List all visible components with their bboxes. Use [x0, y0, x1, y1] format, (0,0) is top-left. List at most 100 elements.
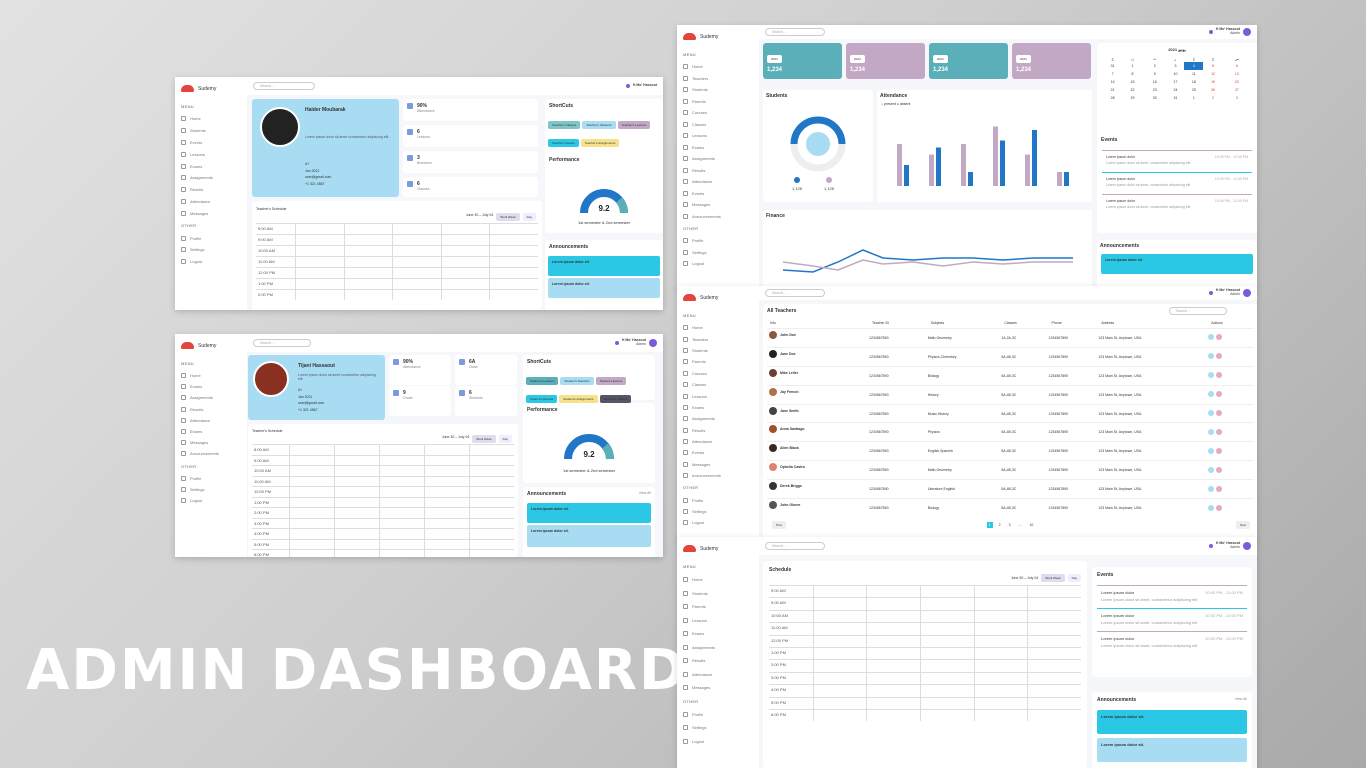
- schedule-cell[interactable]: [920, 598, 974, 610]
- page-button[interactable]: 2: [997, 522, 1003, 528]
- schedule-cell[interactable]: [333, 518, 379, 528]
- nav-item[interactable]: Announcements: [175, 448, 247, 459]
- calendar-day[interactable]: 2: [1143, 62, 1167, 70]
- calendar-day[interactable]: 17: [1167, 78, 1185, 86]
- calendar-day[interactable]: 1: [1122, 62, 1143, 70]
- delete-icon[interactable]: [1216, 485, 1223, 492]
- announcement-item[interactable]: Lorem ipsum dolor sit.: [548, 256, 660, 276]
- nav-item[interactable]: Profile: [677, 708, 759, 722]
- view-icon[interactable]: [1208, 391, 1215, 398]
- schedule-cell[interactable]: [440, 290, 490, 300]
- schedule-cell[interactable]: [468, 487, 514, 497]
- nav-item[interactable]: Assignments: [677, 153, 759, 165]
- shortcut-chip[interactable]: Student's Assignments: [559, 395, 598, 403]
- schedule-cell[interactable]: [973, 623, 1028, 635]
- calendar-day[interactable]: 20: [1223, 78, 1251, 86]
- nav-item[interactable]: Results: [175, 184, 247, 196]
- nav-item[interactable]: Events: [677, 447, 759, 458]
- nav-item[interactable]: Parents: [677, 600, 759, 614]
- shortcut-chip[interactable]: Teacher's Classes: [548, 121, 581, 129]
- nav-item[interactable]: Results: [677, 165, 759, 177]
- nav-item[interactable]: Lessons: [677, 614, 759, 628]
- schedule-cell[interactable]: [973, 660, 1028, 672]
- nav-item[interactable]: Profile: [175, 473, 247, 484]
- schedule-cell[interactable]: [295, 257, 344, 267]
- nav-item[interactable]: Profile: [677, 494, 759, 505]
- schedule-cell[interactable]: [333, 455, 379, 465]
- schedule-cell[interactable]: [343, 224, 393, 234]
- page-button[interactable]: ...: [1017, 522, 1024, 528]
- schedule-cell[interactable]: [343, 279, 393, 289]
- calendar-day[interactable]: 24: [1167, 86, 1185, 94]
- schedule-cell[interactable]: [489, 257, 538, 267]
- table-row[interactable]: Jay French 1234567890 History 5A,4B,3C 12345…: [767, 385, 1253, 404]
- nav-item[interactable]: Settings: [677, 721, 759, 735]
- schedule-cell[interactable]: [378, 455, 424, 465]
- view-icon[interactable]: [1208, 447, 1215, 454]
- schedule-cell[interactable]: [812, 697, 867, 709]
- calendar-day[interactable]: 25: [1184, 86, 1203, 94]
- schedule-cell[interactable]: [489, 268, 538, 278]
- next-button[interactable]: Next: [1235, 521, 1250, 529]
- nav-item[interactable]: Home: [175, 370, 247, 381]
- shortcut-chip[interactable]: Teacher's Students: [582, 121, 616, 129]
- calendar-day[interactable]: 6: [1223, 62, 1251, 70]
- nav-item[interactable]: Announcements: [677, 470, 759, 481]
- user-menu[interactable]: H Mo' Hassout Admin: [1208, 288, 1251, 297]
- shortcut-chip[interactable]: Student's Exams: [595, 377, 627, 385]
- view-icon[interactable]: [1208, 372, 1215, 379]
- calendar-day[interactable]: 4: [1184, 62, 1204, 70]
- schedule-cell[interactable]: [288, 497, 334, 507]
- view-all-link[interactable]: View All: [1235, 697, 1247, 703]
- schedule-cell[interactable]: [288, 455, 334, 465]
- event-item[interactable]: Lorem ipsum dolor 10:00 PM - 12:00 PM Lore…: [1097, 631, 1247, 652]
- schedule-cell[interactable]: [973, 672, 1028, 685]
- nav-item[interactable]: Messages: [677, 199, 759, 211]
- schedule-cell[interactable]: [1027, 598, 1081, 610]
- table-search[interactable]: Search...: [1169, 307, 1227, 315]
- schedule-cell[interactable]: [343, 268, 393, 278]
- calendar-day[interactable]: 5: [1203, 62, 1222, 70]
- nav-item[interactable]: Logout: [175, 256, 247, 268]
- schedule-cell[interactable]: [333, 497, 379, 507]
- view-icon[interactable]: [1208, 334, 1215, 341]
- schedule-cell[interactable]: [866, 610, 920, 623]
- schedule-cell[interactable]: [423, 487, 469, 497]
- schedule-cell[interactable]: [392, 257, 441, 267]
- nav-item[interactable]: Results: [677, 425, 759, 436]
- schedule-cell[interactable]: [392, 268, 441, 278]
- nav-item[interactable]: Courses: [677, 368, 759, 379]
- schedule-cell[interactable]: [812, 598, 867, 610]
- schedule-cell[interactable]: [392, 279, 441, 289]
- calendar-day[interactable]: 21: [1103, 86, 1122, 94]
- nav-item[interactable]: Events: [677, 188, 759, 200]
- nav-item[interactable]: Announcements: [677, 211, 759, 223]
- delete-icon[interactable]: [1216, 466, 1223, 473]
- schedule-cell[interactable]: [423, 508, 469, 518]
- nav-item[interactable]: Assignments: [677, 413, 759, 424]
- schedule-cell[interactable]: [423, 518, 469, 528]
- nav-item[interactable]: Profile: [175, 232, 247, 244]
- delete-icon[interactable]: [1216, 391, 1223, 398]
- schedule-cell[interactable]: [440, 257, 490, 267]
- calendar-day[interactable]: 14: [1103, 78, 1122, 86]
- delete-icon[interactable]: [1216, 353, 1223, 360]
- schedule-cell[interactable]: [333, 476, 379, 486]
- announcement-item[interactable]: Lorem ipsum dolor sit.: [527, 503, 651, 523]
- nav-item[interactable]: Settings: [175, 484, 247, 495]
- schedule-cell[interactable]: [1027, 648, 1081, 660]
- nav-item[interactable]: Students: [677, 84, 759, 96]
- schedule-cell[interactable]: [973, 610, 1028, 623]
- calendar-day[interactable]: 13: [1223, 70, 1251, 78]
- nav-item[interactable]: Exams: [175, 381, 247, 392]
- schedule-cell[interactable]: [288, 539, 334, 549]
- nav-item[interactable]: Teachers: [677, 333, 759, 344]
- schedule-cell[interactable]: [920, 710, 974, 722]
- schedule-cell[interactable]: [468, 518, 514, 528]
- schedule-cell[interactable]: [333, 529, 379, 539]
- schedule-cell[interactable]: [920, 635, 974, 647]
- schedule-cell[interactable]: [1027, 635, 1081, 647]
- nav-item[interactable]: Parents: [677, 96, 759, 108]
- schedule-cell[interactable]: [920, 610, 974, 623]
- schedule-cell[interactable]: [343, 257, 393, 267]
